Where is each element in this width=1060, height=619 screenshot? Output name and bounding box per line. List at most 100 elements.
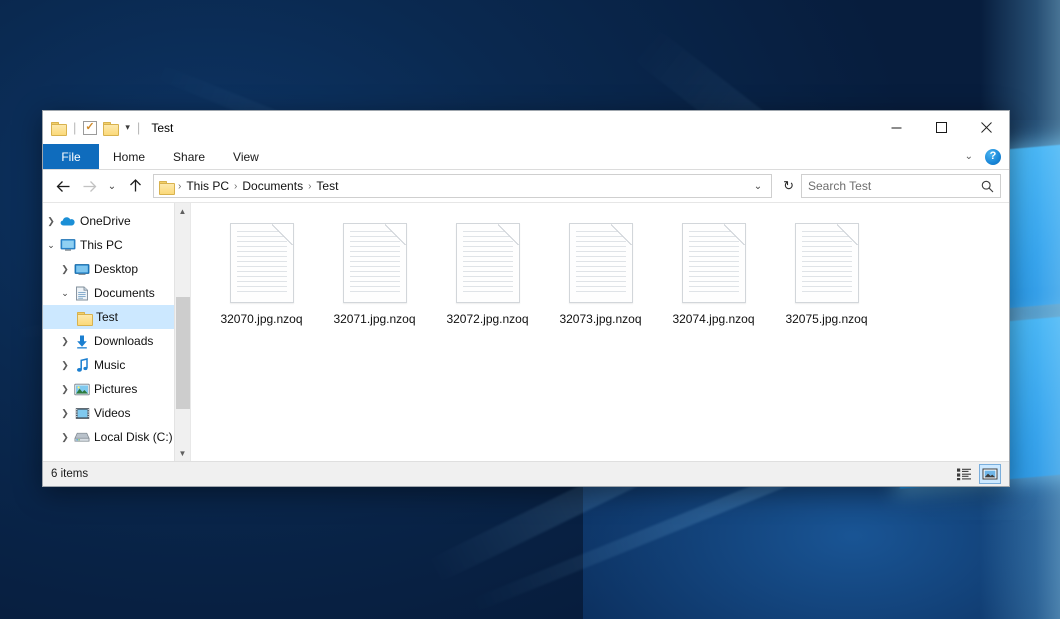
file-item[interactable]: 32070.jpg.nzoq <box>205 217 318 332</box>
search-input[interactable]: Search Test <box>808 179 981 193</box>
chevron-down-icon[interactable]: ⌄ <box>749 181 767 192</box>
new-folder-icon[interactable] <box>103 121 118 134</box>
chevron-right-icon[interactable]: ❯ <box>57 360 73 371</box>
recent-locations-button[interactable]: ⌄ <box>103 174 121 198</box>
folder-icon <box>159 180 174 193</box>
logo-pane <box>1007 141 1060 308</box>
file-list-pane[interactable]: 32070.jpg.nzoq 32071.jpg.nzoq <box>191 203 1009 461</box>
sidebar-item-music[interactable]: ❯ Music <box>43 353 190 377</box>
sidebar-item-this-pc[interactable]: ⌄ This PC <box>43 233 190 257</box>
chevron-right-icon[interactable]: ❯ <box>57 432 73 443</box>
chevron-right-icon[interactable]: ❯ <box>57 408 73 419</box>
breadcrumb-item-documents[interactable]: Documents <box>239 179 306 193</box>
forward-button[interactable] <box>77 174 101 198</box>
chevron-right-icon[interactable]: ❯ <box>57 384 73 395</box>
generic-document-icon <box>456 223 520 303</box>
chevron-down-icon[interactable]: ▼ <box>175 445 191 461</box>
file-item[interactable]: 32072.jpg.nzoq <box>431 217 544 332</box>
window-body: ❯ OneDrive ⌄ <box>43 202 1009 461</box>
large-icons-view-button[interactable] <box>979 464 1001 484</box>
tab-file[interactable]: File <box>43 144 99 169</box>
navigation-tree: ❯ OneDrive ⌄ <box>43 203 190 449</box>
file-explorer-window: | ▾ | Test <box>42 110 1010 487</box>
breadcrumb-item-this-pc[interactable]: This PC <box>183 179 232 193</box>
document-fold-edge <box>837 224 858 245</box>
breadcrumb-separator: › <box>232 181 239 192</box>
sidebar-item-label: Videos <box>94 406 130 420</box>
file-item[interactable]: 32074.jpg.nzoq <box>657 217 770 332</box>
sidebar-item-downloads[interactable]: ❯ Downloads <box>43 329 190 353</box>
sidebar-item-pictures[interactable]: ❯ Pictures <box>43 377 190 401</box>
sidebar-item-label: OneDrive <box>80 214 131 228</box>
file-item[interactable]: 32073.jpg.nzoq <box>544 217 657 332</box>
sidebar-item-local-disk-c[interactable]: ❯ Local Disk (C:) <box>43 425 190 449</box>
document-fold-edge <box>498 224 519 245</box>
address-bar-row: ⌄ › This PC › Documents › Test ⌄ ↻ <box>43 170 1009 202</box>
file-name: 32072.jpg.nzoq <box>446 312 528 326</box>
scrollbar-thumb[interactable] <box>176 297 190 409</box>
sidebar-item-onedrive[interactable]: ❯ OneDrive <box>43 209 190 233</box>
navigation-pane: ❯ OneDrive ⌄ <box>43 203 191 461</box>
details-view-icon <box>956 467 972 481</box>
sidebar-scrollbar[interactable]: ▲ ▼ <box>174 203 190 461</box>
search-icon <box>981 180 994 193</box>
breadcrumb-separator: › <box>306 181 313 192</box>
search-box[interactable]: Search Test <box>801 174 1001 198</box>
chevron-down-icon[interactable]: ⌄ <box>57 288 73 299</box>
up-button[interactable] <box>123 174 147 198</box>
breadcrumb-separator: › <box>176 181 183 192</box>
generic-document-icon <box>343 223 407 303</box>
folder-icon <box>75 311 93 324</box>
ribbon-tab-bar: File Home Share View ⌄ ? <box>43 144 1009 170</box>
window-title: Test <box>151 121 173 135</box>
video-icon <box>73 407 91 420</box>
title-bar: | ▾ | Test <box>43 111 1009 144</box>
close-button[interactable] <box>964 111 1009 144</box>
sidebar-item-label: Documents <box>94 286 155 300</box>
tab-view[interactable]: View <box>219 144 273 169</box>
tab-home[interactable]: Home <box>99 144 159 169</box>
chevron-right-icon[interactable]: ❯ <box>57 264 73 275</box>
ribbon-actions: ⌄ ? <box>961 144 1009 169</box>
tab-share[interactable]: Share <box>159 144 219 169</box>
item-count-label: 6 items <box>51 468 88 480</box>
monitor-icon <box>59 238 77 252</box>
document-fold-edge <box>385 224 406 245</box>
chevron-down-icon[interactable]: ⌄ <box>961 151 977 162</box>
view-mode-buttons <box>953 464 1001 484</box>
scrollbar-track[interactable] <box>175 219 191 445</box>
chevron-right-icon[interactable]: ❯ <box>57 336 73 347</box>
sidebar-item-test[interactable]: Test <box>43 305 190 329</box>
chevron-right-icon[interactable]: ❯ <box>43 216 59 227</box>
file-item[interactable]: 32075.jpg.nzoq <box>770 217 883 332</box>
file-name: 32075.jpg.nzoq <box>785 312 867 326</box>
minimize-icon <box>891 122 902 133</box>
chevron-down-icon[interactable]: ⌄ <box>43 240 59 251</box>
help-icon[interactable]: ? <box>985 149 1001 165</box>
minimize-button[interactable] <box>874 111 919 144</box>
chevron-up-icon[interactable]: ▲ <box>175 203 191 219</box>
chevron-down-icon[interactable]: ▾ <box>125 122 130 133</box>
file-grid: 32070.jpg.nzoq 32071.jpg.nzoq <box>191 203 1009 332</box>
sidebar-item-label: Music <box>94 358 125 372</box>
generic-document-icon <box>230 223 294 303</box>
file-item[interactable]: 32071.jpg.nzoq <box>318 217 431 332</box>
generic-document-icon <box>682 223 746 303</box>
details-view-button[interactable] <box>953 464 975 484</box>
desktop: | ▾ | Test <box>0 0 1060 619</box>
generic-document-icon <box>795 223 859 303</box>
sidebar-item-label: Desktop <box>94 262 138 276</box>
maximize-button[interactable] <box>919 111 964 144</box>
address-bar[interactable]: › This PC › Documents › Test ⌄ <box>153 174 772 198</box>
back-button[interactable] <box>51 174 75 198</box>
cloud-icon <box>59 215 77 227</box>
sidebar-item-desktop[interactable]: ❯ Desktop <box>43 257 190 281</box>
folder-icon[interactable] <box>51 121 66 134</box>
sidebar-item-label: Local Disk (C:) <box>94 430 173 444</box>
refresh-button[interactable]: ↻ <box>778 178 799 194</box>
sidebar-item-documents[interactable]: ⌄ <box>43 281 190 305</box>
sidebar-item-videos[interactable]: ❯ <box>43 401 190 425</box>
sidebar-item-label: Pictures <box>94 382 137 396</box>
breadcrumb-item-test[interactable]: Test <box>313 179 341 193</box>
properties-checkbox-icon[interactable] <box>83 121 97 135</box>
